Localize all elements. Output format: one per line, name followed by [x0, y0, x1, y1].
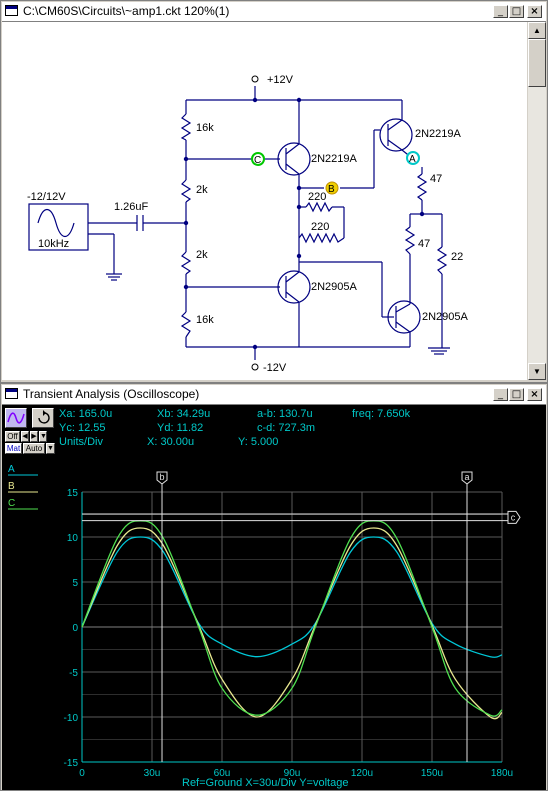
cursor-b-label: b	[160, 472, 165, 482]
schematic-diagram: C B A +12V -12V -12/12V 10kHz 1.26uF 16k…	[27, 74, 469, 374]
vcc-terminal	[251, 75, 259, 83]
legend-a: A	[8, 464, 15, 475]
readout-freq: freq: 7.650k	[352, 408, 411, 420]
r1-label: 16k	[196, 122, 214, 134]
circuit-window[interactable]: C:\CM60S\Circuits\~amp1.ckt 120%(1) _ □ …	[0, 0, 548, 383]
window-icon	[5, 5, 18, 16]
scope-grid	[81, 491, 503, 763]
scope-window[interactable]: Transient Analysis (Oscilloscope) _ □ × …	[0, 383, 548, 791]
x-tick-label: 60u	[214, 768, 231, 779]
r4-label: 16k	[196, 314, 214, 326]
x-tick-label: 180u	[491, 768, 513, 779]
circuit-titlebar[interactable]: C:\CM60S\Circuits\~amp1.ckt 120%(1) _ □ …	[2, 2, 546, 22]
y-tick-label: 5	[72, 578, 78, 589]
close-button[interactable]: ×	[527, 388, 542, 401]
scope-window-title: Transient Analysis (Oscilloscope)	[23, 387, 200, 401]
probe-c-label: C	[254, 155, 261, 166]
r2-label: 2k	[196, 184, 208, 196]
readout-xb: Xb: 34.29u	[157, 408, 210, 420]
y-tick-label: 15	[67, 488, 79, 499]
maximize-button[interactable]: □	[509, 388, 524, 401]
maximize-button[interactable]: □	[509, 5, 524, 18]
oscilloscope-panel[interactable]: Off ◀ ▶ ▼ Mat Auto ▼ Xa: 165.0u Xb: 34.2…	[2, 405, 546, 790]
scope-chart: Xa: 165.0u Xb: 34.29u a-b: 130.7u freq: …	[8, 408, 521, 789]
scroll-down-button[interactable]: ▼	[528, 363, 546, 380]
y-tick-label: 10	[67, 533, 79, 544]
minimize-button[interactable]: _	[493, 5, 508, 18]
minimize-button[interactable]: _	[493, 388, 508, 401]
q1-label: 2N2219A	[311, 153, 358, 165]
x-tick-label: 120u	[351, 768, 373, 779]
readout-cd: c-d: 727.3m	[257, 422, 315, 434]
legend-c: C	[8, 498, 15, 509]
y-tick-label: -10	[64, 713, 79, 724]
readout-yd: Yd: 11.82	[157, 422, 203, 434]
readout-xdiv: X: 30.00u	[147, 436, 194, 448]
y-tick-label: 0	[72, 623, 78, 634]
scope-footer: Ref=Ground X=30u/Div Y=voltage	[182, 777, 348, 789]
r3-label: 2k	[196, 249, 208, 261]
r5-label: 220	[308, 191, 326, 203]
circuit-window-title: C:\CM60S\Circuits\~amp1.ckt 120%(1)	[23, 4, 230, 18]
x-tick-label: 150u	[421, 768, 443, 779]
r7-label: 47	[430, 173, 442, 185]
units-per-div-label: Units/Div	[59, 436, 104, 448]
schematic-canvas[interactable]: C B A +12V -12V -12/12V 10kHz 1.26uF 16k…	[2, 22, 527, 380]
cursor-a-label: a	[464, 472, 469, 482]
q2-label: 2N2219A	[415, 128, 462, 140]
r9-label: 22	[451, 251, 463, 263]
readout-ab: a-b: 130.7u	[257, 408, 313, 420]
close-button[interactable]: ×	[527, 5, 542, 18]
cursor-c-label: c	[511, 512, 516, 522]
r6-label: 220	[311, 221, 329, 233]
vcc-label: +12V	[267, 74, 294, 86]
scope-titlebar[interactable]: Transient Analysis (Oscilloscope) _ □ ×	[2, 385, 546, 405]
y-tick-label: -5	[69, 668, 78, 679]
scroll-thumb[interactable]	[528, 39, 546, 87]
capacitor-label: 1.26uF	[114, 201, 149, 213]
y-tick-label: -15	[64, 758, 79, 769]
q3-label: 2N2905A	[311, 281, 358, 293]
readout-ydiv: Y: 5.000	[238, 436, 278, 448]
window-icon	[5, 388, 18, 399]
x-tick-label: 0	[79, 768, 85, 779]
readout-xa: Xa: 165.0u	[59, 408, 112, 420]
x-tick-label: 30u	[144, 768, 161, 779]
scroll-up-button[interactable]: ▲	[528, 22, 546, 39]
legend-b: B	[8, 481, 15, 492]
x-tick-label: 90u	[284, 768, 301, 779]
circuit-vertical-scrollbar[interactable]: ▲ ▼	[528, 22, 546, 380]
readout-yc: Yc: 12.55	[59, 422, 105, 434]
source-frequency-label: 10kHz	[38, 238, 69, 250]
source-amplitude-label: -12/12V	[27, 191, 66, 203]
vee-label: -12V	[263, 362, 287, 374]
vee-terminal	[251, 363, 259, 371]
q4-label: 2N2905A	[422, 311, 469, 323]
r8-label: 47	[418, 238, 430, 250]
probe-b-label: B	[328, 184, 335, 195]
probe-a-label: A	[409, 154, 416, 165]
